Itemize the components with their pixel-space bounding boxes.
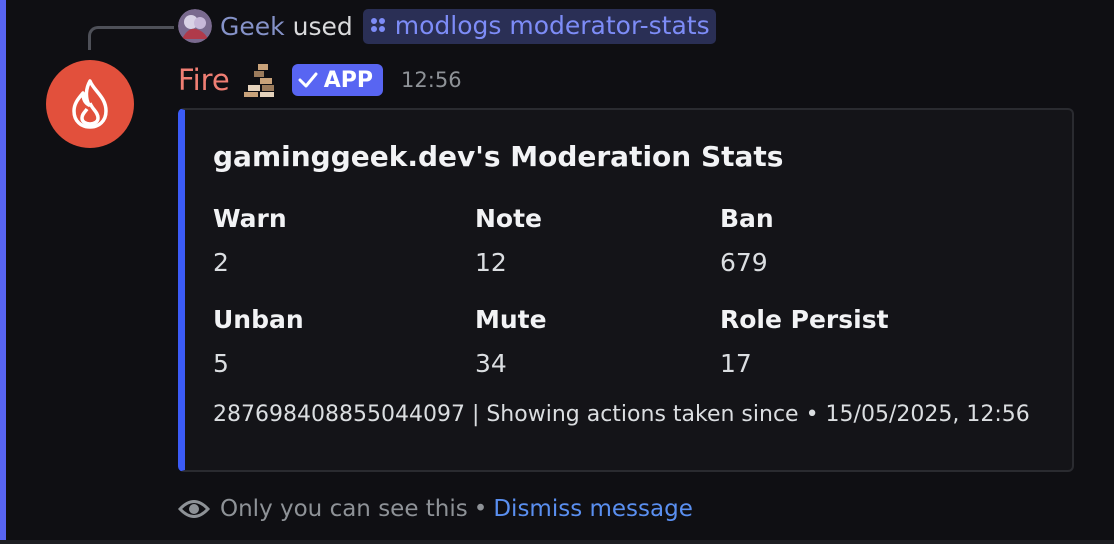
field-value: 5: [213, 349, 229, 378]
field-value: 2: [213, 248, 229, 277]
field-name: Warn: [213, 204, 287, 233]
field-name: Mute: [475, 305, 547, 334]
field-name: Ban: [720, 204, 774, 233]
embed-field-unban: Unban 5: [213, 305, 304, 378]
command-reply-header: Geek used modlogs moderator-stats: [178, 8, 716, 44]
bot-avatar[interactable]: [46, 60, 134, 148]
highlight-bar: [0, 0, 6, 544]
app-badge-label: APP: [323, 67, 374, 93]
message-header: Fire APP 12:56: [178, 60, 462, 100]
embed-field-mute: Mute 34: [475, 305, 547, 378]
embed-field-ban: Ban 679: [720, 204, 774, 277]
field-name: Unban: [213, 305, 304, 334]
author-name[interactable]: Fire: [178, 63, 230, 97]
field-name: Role Persist: [720, 305, 889, 334]
app-badge: APP: [291, 64, 384, 96]
slash-command-icon: [369, 16, 387, 34]
ephemeral-text: Only you can see this: [220, 496, 468, 522]
command-name: modlogs moderator-stats: [394, 10, 710, 40]
verified-check-icon: [298, 72, 318, 88]
reply-verb: used: [292, 11, 353, 41]
field-value: 12: [475, 248, 507, 277]
dismiss-message-link[interactable]: Dismiss message: [493, 496, 693, 522]
message-timestamp[interactable]: 12:56: [401, 68, 462, 92]
user-avatar[interactable]: [178, 9, 212, 43]
eye-icon: [178, 496, 210, 522]
field-value: 34: [475, 349, 507, 378]
reply-user-name[interactable]: Geek: [220, 12, 285, 41]
reply-connector: [88, 26, 174, 50]
embed-footer: 287698408855044097 | Showing actions tak…: [213, 402, 1030, 427]
ephemeral-notice: Only you can see this • Dismiss message: [178, 492, 693, 526]
field-value: 679: [720, 248, 768, 277]
command-mention[interactable]: modlogs moderator-stats: [362, 8, 716, 44]
divider: [0, 540, 1114, 544]
field-name: Note: [475, 204, 543, 233]
flame-icon: [72, 79, 108, 129]
embed-field-role-persist: Role Persist 17: [720, 305, 889, 378]
chat-message: Geek used modlogs moderator-stats Fire A…: [0, 0, 1114, 544]
stats-embed: gaminggeek.dev's Moderation Stats Warn 2…: [178, 108, 1074, 472]
bricks-emoji: [242, 62, 278, 98]
embed-field-warn: Warn 2: [213, 204, 287, 277]
embed-title: gaminggeek.dev's Moderation Stats: [213, 140, 784, 173]
separator: •: [473, 496, 488, 522]
field-value: 17: [720, 349, 752, 378]
embed-field-note: Note 12: [475, 204, 542, 277]
